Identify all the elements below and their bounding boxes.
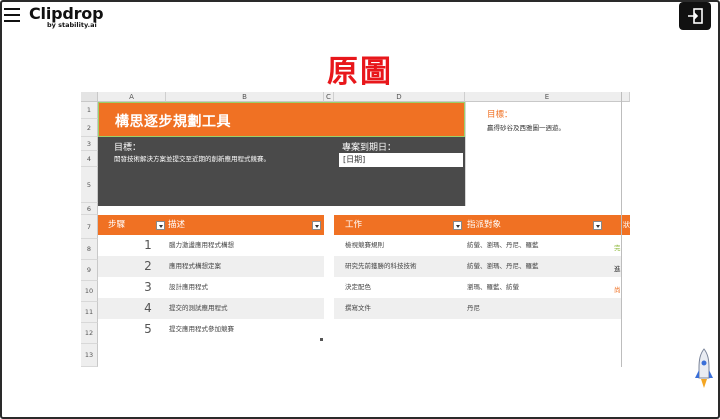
step-number: 4	[144, 301, 152, 315]
table-row: 研究先前獲勝的科技技術 紡螢、瀏瑪、丹尼、羅藍	[334, 256, 622, 277]
step-description: 提交的測試應用程式	[169, 304, 228, 312]
status-cell: 完	[614, 244, 621, 252]
task-name: 研究先前獲勝的科技技術	[345, 262, 417, 270]
owner-header-label: 指派對象	[467, 220, 502, 230]
hamburger-menu-icon[interactable]	[4, 8, 20, 22]
table-row: 檢視競賽規則 紡螢、瀏瑪、丹尼、羅藍	[334, 235, 622, 256]
row-header: 8	[81, 239, 98, 260]
filter-dropdown-icon[interactable]	[156, 221, 165, 230]
table-row: 撰寫文件 丹尼	[334, 298, 622, 319]
exit-button[interactable]	[679, 2, 711, 30]
row-header: 4	[81, 151, 98, 167]
step-description: 腦力激盪應用程式構想	[169, 241, 234, 249]
status-header-edge: 狀	[622, 215, 630, 235]
table-row: 2 應用程式構想定案	[98, 256, 324, 277]
column-header-b: B	[166, 92, 324, 102]
due-date-label: 專案到期日：	[342, 143, 397, 153]
filter-dropdown-icon[interactable]	[453, 221, 462, 230]
row-header: 13	[81, 344, 98, 367]
steps-header-label: 步驟	[108, 220, 126, 230]
side-goal-text: 贏得砂谷及西雅圖一週遊。	[487, 124, 565, 132]
row-header: 1	[81, 102, 98, 119]
status-header-label: 狀	[623, 221, 630, 229]
row-header: 10	[81, 281, 98, 302]
filter-dropdown-icon[interactable]	[312, 221, 321, 230]
table-row: 5 提交應用程式參加競賽	[98, 319, 324, 340]
filter-dropdown-icon[interactable]	[593, 221, 602, 230]
side-goal-label: 目標：	[487, 110, 513, 120]
row-header: 11	[81, 302, 98, 323]
table-row: 決定配色 瀏瑪、羅藍、紡螢	[334, 277, 622, 298]
task-name: 檢視競賽規則	[345, 241, 384, 249]
step-description: 設計應用程式	[169, 283, 208, 291]
step-number: 5	[144, 322, 152, 336]
task-owner: 紡螢、瀏瑪、丹尼、羅藍	[467, 262, 539, 270]
logout-icon	[688, 8, 703, 24]
status-cell: 尚	[614, 286, 621, 294]
step-number: 2	[144, 259, 152, 273]
row-header: 7	[81, 215, 98, 239]
step-description: 提交應用程式參加競賽	[169, 325, 234, 333]
table-row: 1 腦力激盪應用程式構想	[98, 235, 324, 256]
rocket-icon[interactable]	[694, 348, 714, 394]
row-header: 12	[81, 323, 98, 344]
goal-label: 目標：	[114, 143, 142, 153]
due-date-field[interactable]: [日期]	[339, 153, 463, 167]
column-header-d: D	[334, 92, 465, 102]
row-header: 3	[81, 137, 98, 151]
tasks-table-header: 工作 指派對象	[334, 215, 622, 235]
spreadsheet-image: A B C D E 1 2 3 4 5 6 7 8 9 10 11 12 13 …	[81, 92, 630, 367]
task-owner: 丹尼	[467, 304, 480, 312]
status-cell: 進	[614, 265, 621, 273]
brand-byline: by stability.ai	[47, 21, 97, 29]
task-name: 決定配色	[345, 283, 371, 291]
column-header-c: C	[324, 92, 334, 102]
goal-text: 開發技術解決方案並提交至近期的創新應用程式競賽。	[114, 155, 270, 163]
task-owner: 紡螢、瀏瑪、丹尼、羅藍	[467, 241, 539, 249]
sheet-corner	[81, 92, 98, 102]
task-header-label: 工作	[345, 220, 363, 230]
step-number: 1	[144, 238, 152, 252]
column-header-e: E	[465, 92, 630, 102]
resize-handle	[320, 338, 323, 341]
task-owner: 瀏瑪、羅藍、紡螢	[467, 283, 519, 291]
steps-table-header: 步驟 描述	[98, 215, 324, 235]
table-row: 4 提交的測試應用程式	[98, 298, 324, 319]
row-header: 6	[81, 203, 98, 215]
task-name: 撰寫文件	[345, 304, 371, 312]
step-description: 應用程式構想定案	[169, 262, 221, 270]
page-heading: 原圖	[327, 54, 393, 90]
row-header: 5	[81, 167, 98, 203]
panel-divider	[465, 102, 466, 206]
title-bar: 構思逐步規劃工具	[98, 102, 465, 137]
row-header: 9	[81, 260, 98, 281]
table-row: 3 設計應用程式	[98, 277, 324, 298]
row-header: 2	[81, 119, 98, 137]
description-header-label: 描述	[168, 220, 186, 230]
sheet-title: 構思逐步規劃工具	[115, 114, 231, 130]
image-edge-line	[621, 92, 622, 367]
column-header-a: A	[98, 92, 166, 102]
step-number: 3	[144, 280, 152, 294]
